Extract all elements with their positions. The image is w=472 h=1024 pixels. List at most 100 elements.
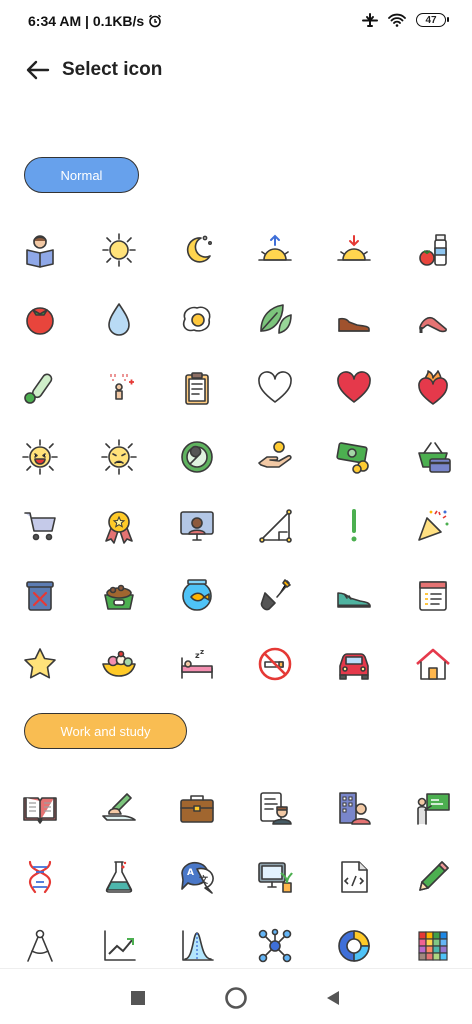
icon-option-wrench[interactable] xyxy=(175,435,219,479)
icon-option-sneaker[interactable] xyxy=(332,573,376,617)
icon-option-writing-hand[interactable] xyxy=(97,786,141,830)
star-icon xyxy=(24,648,56,679)
ruler-triangle-icon xyxy=(259,509,292,543)
icon-option-exclamation[interactable] xyxy=(332,504,376,548)
alarm-icon xyxy=(149,14,162,28)
icon-option-shower[interactable] xyxy=(97,366,141,410)
code-file-icon xyxy=(341,861,368,893)
icon-option-shovel[interactable] xyxy=(253,573,297,617)
status-right: 47 xyxy=(362,12,449,28)
battery-icon: 47 xyxy=(416,13,449,27)
icon-option-tomato[interactable] xyxy=(18,297,62,341)
moon-stars-icon xyxy=(186,235,212,263)
leather-shoe-icon xyxy=(338,317,370,332)
icon-option-burning-heart[interactable] xyxy=(411,366,455,410)
fried-egg-icon xyxy=(182,306,211,332)
icon-option-money[interactable] xyxy=(332,435,376,479)
icon-option-sunset[interactable] xyxy=(332,228,376,272)
shovel-icon xyxy=(260,579,291,611)
pencil-icon xyxy=(419,861,449,891)
icon-option-star[interactable] xyxy=(18,642,62,686)
square-icon xyxy=(131,991,145,1005)
category-normal-chip[interactable]: Normal xyxy=(24,157,139,193)
sunset-icon xyxy=(337,235,371,261)
icon-option-sad-sun[interactable] xyxy=(97,435,141,479)
icon-option-office-building[interactable] xyxy=(332,786,376,830)
icon-option-house[interactable] xyxy=(411,642,455,686)
tomato-icon xyxy=(26,307,54,335)
car-icon xyxy=(339,653,369,680)
category-work-chip[interactable]: Work and study xyxy=(24,713,187,749)
office-building-icon xyxy=(339,792,371,825)
icon-option-ruler-triangle[interactable] xyxy=(253,504,297,548)
icon-option-clipboard[interactable] xyxy=(175,366,219,410)
icon-option-heart-outline[interactable] xyxy=(253,366,297,410)
icon-option-computer-plant[interactable] xyxy=(253,855,297,899)
icon-option-party-popper[interactable] xyxy=(411,504,455,548)
wifi-icon xyxy=(388,13,406,27)
leaves-icon xyxy=(260,304,292,334)
icon-option-car[interactable] xyxy=(332,642,376,686)
svg-text:文: 文 xyxy=(198,874,209,886)
icon-option-dna[interactable] xyxy=(18,855,62,899)
pet-food-icon xyxy=(104,584,134,610)
icon-option-donut-chart[interactable] xyxy=(332,924,376,968)
icon-option-high-heel[interactable] xyxy=(411,297,455,341)
icon-option-heart[interactable] xyxy=(332,366,376,410)
status-time: 6:34 AM | 0.1KB/s xyxy=(28,13,145,29)
icon-option-resume[interactable] xyxy=(253,786,297,830)
shopping-cart-icon xyxy=(24,512,56,541)
thermometer-icon xyxy=(24,373,53,404)
icon-option-no-smoking[interactable] xyxy=(253,642,297,686)
icon-option-sleeping-bed[interactable]: zz xyxy=(175,642,219,686)
icon-option-moon-stars[interactable] xyxy=(175,228,219,272)
icon-option-molecule[interactable] xyxy=(253,924,297,968)
icon-option-shopping-cart[interactable] xyxy=(18,504,62,548)
status-left: 6:34 AM | 0.1KB/s xyxy=(28,13,162,29)
icon-option-pencil[interactable] xyxy=(411,855,455,899)
icon-option-thermometer[interactable] xyxy=(18,366,62,410)
icon-option-dessert[interactable] xyxy=(97,642,141,686)
back-button[interactable] xyxy=(24,56,52,84)
milk-tomato-icon xyxy=(419,234,447,266)
icon-option-sunrise[interactable] xyxy=(253,228,297,272)
icon-option-flask[interactable] xyxy=(97,855,141,899)
sneaker-icon xyxy=(337,592,371,608)
heart-outline-icon xyxy=(258,371,292,403)
icon-option-translate[interactable]: A文 xyxy=(175,855,219,899)
icon-option-fishbowl[interactable] xyxy=(175,573,219,617)
color-grid-icon xyxy=(418,931,448,961)
monitor-person-icon xyxy=(180,511,214,541)
icon-option-pet-food[interactable] xyxy=(97,573,141,617)
icon-option-leaves[interactable] xyxy=(253,297,297,341)
home-button[interactable] xyxy=(223,985,249,1011)
back-nav-button[interactable] xyxy=(320,985,346,1011)
icon-option-color-grid[interactable] xyxy=(411,924,455,968)
icon-option-code-file[interactable] xyxy=(332,855,376,899)
icon-option-bell-curve[interactable] xyxy=(175,924,219,968)
sleeping-bed-icon: zz xyxy=(181,648,213,679)
dna-icon xyxy=(28,860,52,894)
icon-option-fried-egg[interactable] xyxy=(175,297,219,341)
icon-option-reading-person[interactable] xyxy=(18,228,62,272)
icon-option-water-drop[interactable] xyxy=(97,297,141,341)
icon-option-leather-shoe[interactable] xyxy=(332,297,376,341)
icon-option-teacher-board[interactable] xyxy=(411,786,455,830)
recents-button[interactable] xyxy=(125,985,151,1011)
icon-option-sun[interactable] xyxy=(97,228,141,272)
icon-option-milk-tomato[interactable] xyxy=(411,228,455,272)
icon-option-coin-hand[interactable] xyxy=(253,435,297,479)
icon-option-compass[interactable] xyxy=(18,924,62,968)
icon-option-trash-can[interactable] xyxy=(18,573,62,617)
computer-plant-icon xyxy=(258,862,293,893)
icon-option-laughing-sun[interactable] xyxy=(18,435,62,479)
translate-icon: A文 xyxy=(181,861,214,894)
money-icon xyxy=(336,442,369,474)
icon-option-notepad[interactable] xyxy=(411,573,455,617)
icon-option-briefcase[interactable] xyxy=(175,786,219,830)
icon-option-shopping-basket[interactable] xyxy=(411,435,455,479)
icon-option-monitor-person[interactable] xyxy=(175,504,219,548)
icon-option-line-chart[interactable] xyxy=(97,924,141,968)
icon-option-open-book[interactable] xyxy=(18,786,62,830)
icon-option-medal[interactable] xyxy=(97,504,141,548)
